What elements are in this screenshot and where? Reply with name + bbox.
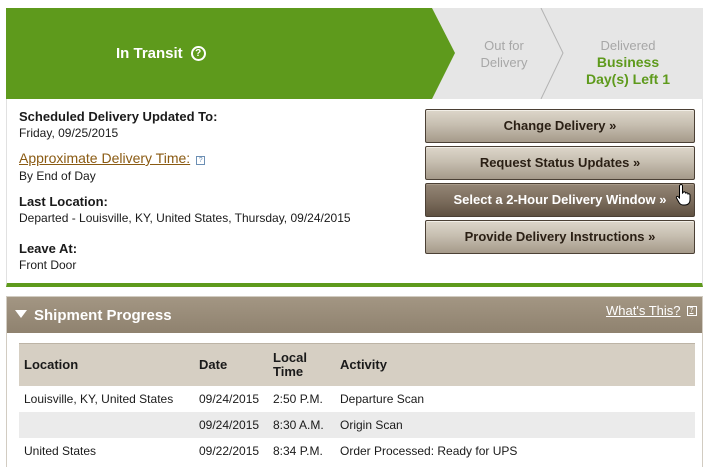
collapse-triangle-icon[interactable] [15,310,27,318]
scheduled-delivery-label: Scheduled Delivery Updated To: [19,109,218,124]
delivery-window-button[interactable]: Select a 2-Hour Delivery Window » [425,183,695,217]
scheduled-delivery: Scheduled Delivery Updated To: Friday, 0… [19,108,217,142]
table-row: 09/24/2015 8:30 A.M. Origin Scan [19,411,695,438]
shipment-progress-section: Shipment Progress What's This? ? Locatio… [6,296,703,467]
cell-location: Louisville, KY, United States [24,391,174,406]
shipment-progress-title: Shipment Progress [34,307,172,324]
leave-at-value: Front Door [19,258,77,272]
step-delivered: Delivered Business Day(s) Left 1 [578,37,678,88]
column-header-location: Location [19,343,194,386]
business-days-line1: Business [596,54,660,70]
question-circle-icon[interactable]: ? [190,46,206,61]
change-delivery-button[interactable]: Change Delivery » [425,109,695,143]
approximate-delivery-time-value: By End of Day [19,169,96,183]
hand-cursor-icon [675,184,691,206]
step-in-transit-bg [6,8,455,99]
cell-date: 09/24/2015 [199,391,260,406]
step-delivered-label: Delivered [600,38,656,53]
cell-time: 2:50 P.M. [273,391,323,406]
shipment-progress-table: Location Date Local Time Activity Louisvi… [19,343,695,464]
business-days-line2: Day(s) Left 1 [585,71,671,87]
request-status-updates-button[interactable]: Request Status Updates » [425,146,695,180]
whats-this-label[interactable]: What's This? [606,303,681,318]
last-location-label: Last Location: [19,194,108,209]
local-time-line2: Time [273,363,304,379]
delivery-info-panel: Scheduled Delivery Updated To: Friday, 0… [6,99,703,287]
leave-at-label: Leave At: [19,241,78,256]
cell-location: United States [24,443,97,458]
leave-at: Leave At: Front Door [19,240,77,274]
table-row: Louisville, KY, United States 09/24/2015… [19,386,695,412]
scheduled-delivery-value: Friday, 09/25/2015 [19,126,119,140]
step-out-for-delivery: Out for Delivery [468,37,540,71]
step-out-line1: Out for [484,38,524,53]
approximate-delivery-time-link[interactable]: Approximate Delivery Time: [19,150,190,166]
cell-activity: Departure Scan [340,391,425,406]
delivery-status-bar: In Transit ? Out for Delivery Delivered … [6,8,703,99]
step-out-line2: Delivery [480,55,528,70]
column-header-activity: Activity [335,343,695,386]
local-time-line1: Local [273,349,307,365]
cell-activity: Origin Scan [335,411,695,438]
step-in-transit-label: In Transit [116,45,183,62]
table-row: United States 09/22/2015 8:34 P.M. Order… [19,438,695,464]
cell-date: 09/22/2015 [199,443,260,458]
cell-time: 8:34 P.M. [273,443,323,458]
cell-time: 8:30 A.M. [268,411,335,438]
table-header-row: Location Date Local Time Activity [19,343,695,386]
column-header-local-time: Local Time [268,343,335,386]
column-header-date: Date [194,343,268,386]
cell-activity: Order Processed: Ready for UPS [340,443,518,458]
help-icon[interactable]: ? [196,156,206,165]
cell-location [19,411,194,438]
whats-this-link[interactable]: What's This? ? [606,303,697,318]
cell-date: 09/24/2015 [194,411,268,438]
delivery-instructions-button[interactable]: Provide Delivery Instructions » [425,220,695,254]
help-icon[interactable]: ? [686,305,697,316]
step-in-transit: In Transit ? [116,45,206,62]
approximate-delivery-time: Approximate Delivery Time:? By End of Da… [19,150,206,185]
last-location-value: Departed - Louisville, KY, United States… [19,211,351,225]
last-location: Last Location: Departed - Louisville, KY… [19,193,351,227]
shipment-progress-header[interactable]: Shipment Progress What's This? ? [7,297,702,333]
